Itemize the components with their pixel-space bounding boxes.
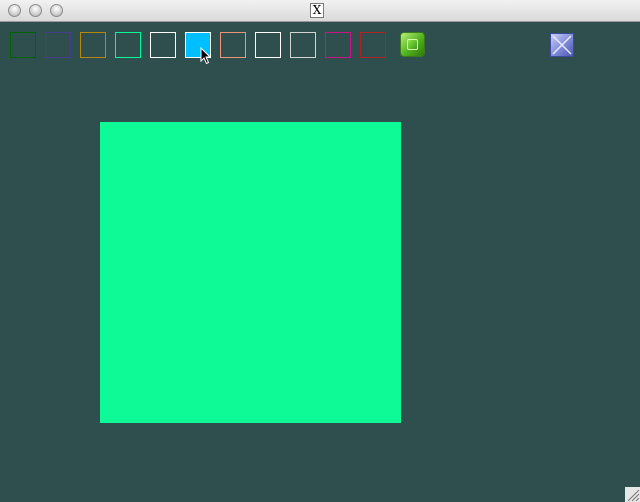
clear-canvas-button[interactable] xyxy=(550,33,574,57)
color-swatch-darkgreen[interactable] xyxy=(10,32,36,58)
color-swatch-deepskyblue[interactable] xyxy=(185,32,211,58)
close-window-button[interactable] xyxy=(8,4,21,17)
color-swatch-darkgoldenrod[interactable] xyxy=(80,32,106,58)
color-swatch-darksalmon[interactable] xyxy=(220,32,246,58)
color-swatch-firebrick[interactable] xyxy=(360,32,386,58)
x11-app-icon: X xyxy=(310,3,324,18)
color-swatch-white[interactable] xyxy=(150,32,176,58)
green-square-icon xyxy=(407,39,418,50)
resize-grip-icon[interactable] xyxy=(625,487,640,502)
color-swatch-mediumvioletred[interactable] xyxy=(325,32,351,58)
x-icon xyxy=(552,35,572,55)
app-window: X xyxy=(0,0,640,502)
drawn-square-shape[interactable] xyxy=(100,122,401,423)
title-bar: X xyxy=(0,0,640,22)
zoom-window-button[interactable] xyxy=(50,4,63,17)
color-swatch-mediumspringgreen[interactable] xyxy=(115,32,141,58)
color-swatch-lightgray[interactable] xyxy=(290,32,316,58)
minimize-window-button[interactable] xyxy=(29,4,42,17)
fill-mode-button[interactable] xyxy=(400,32,425,57)
color-swatch-white-2[interactable] xyxy=(255,32,281,58)
color-swatch-darkslateblue[interactable] xyxy=(45,32,71,58)
